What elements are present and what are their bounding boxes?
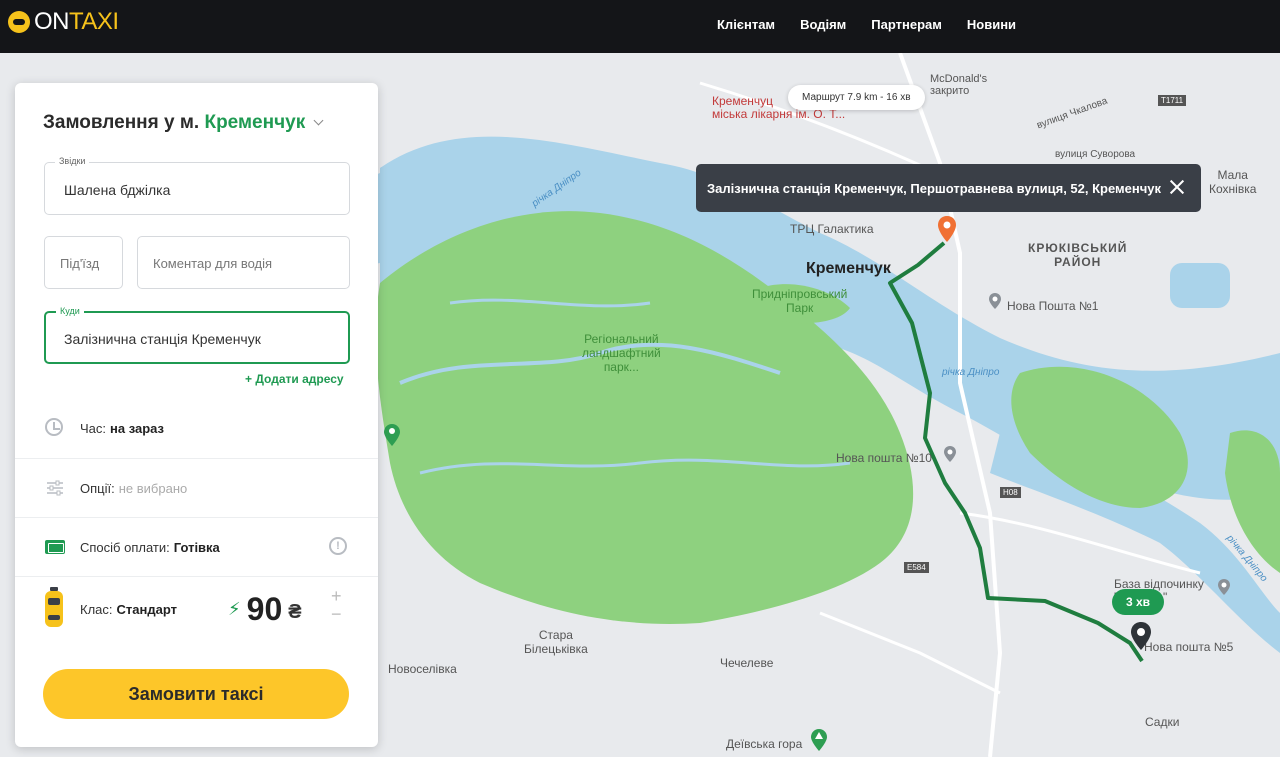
price-decrease-button[interactable]: − [331,605,342,623]
payment-row[interactable]: Спосіб оплати: Готівка ! [15,517,378,576]
cash-icon [45,540,65,554]
route-summary-pill: Маршрут 7.9 km - 16 хв [788,85,925,110]
top-navbar: ONTAXI Клієнтам Водіям Партнерам Новини [0,0,1280,53]
to-legend: Куди [56,306,84,316]
label-prydniprovskyi-park: Придніпровський Парк [752,287,848,315]
price-increase-button[interactable]: + [331,587,342,605]
recreation-pin-icon [384,424,400,446]
clock-icon [45,418,63,436]
label-galaktyka: ТРЦ Галактика [790,222,874,236]
label-mcdonalds: McDonald's закрито [930,73,988,97]
origin-pin-icon[interactable] [1130,621,1152,651]
class-row[interactable]: Клас: Стандарт ⚡ 90 ₴ + − [15,576,378,640]
payment-value[interactable]: Готівка [174,540,220,555]
payment-label: Спосіб оплати: [80,540,170,555]
nav-drivers[interactable]: Водіям [800,17,846,32]
road-t1711-badge: T1711 [1158,95,1187,106]
destination-pin-icon[interactable] [937,215,957,243]
class-label: Клас: [80,602,113,617]
from-value[interactable]: Шалена бджілка [64,182,170,198]
road-e584-badge: E584 [904,562,929,573]
baza-pin-icon [1218,579,1230,595]
options-row[interactable]: Опції: не вибрано [15,458,378,517]
label-nova-poshta-1: Нова Пошта №1 [1007,299,1099,313]
label-street-suvorova: вулиця Суворова [1055,149,1136,160]
eta-badge: 3 хв [1112,589,1165,615]
destination-tooltip: Залізнична станція Кременчук, Першотравн… [696,164,1201,212]
ontaxi-logo[interactable]: ONTAXI [8,8,119,35]
order-panel: Замовлення у м. Кременчук Звідки Шалена … [15,83,378,747]
nav-partners[interactable]: Партнерам [871,17,942,32]
label-stara-biletskivka: Стара Білецьківка [524,628,588,656]
label-mala-kokhnivka: Мала Кохнівка [1209,168,1257,196]
road-h08-badge: H08 [1000,487,1021,498]
order-taxi-button[interactable]: Замовити таксі [43,669,349,719]
nova-poshta-10-pin-icon [944,446,956,462]
nova-poshta-1-pin-icon [989,293,1001,309]
add-address-link[interactable]: + Додати адресу [245,372,344,386]
options-label: Опції: [80,481,115,496]
nav-clients[interactable]: Клієнтам [717,17,775,32]
deivska-hora-park-icon [811,729,827,751]
label-kremenchuk: Кременчук [806,260,891,277]
label-kriukivskyi: КРЮКІВСЬКИЙ РАЙОН [1028,241,1128,269]
to-value[interactable]: Залізнична станція Кременчук [64,331,261,347]
label-regional-park: Регіональний ландшафтний парк... [582,332,661,374]
label-deivska-hora: Деївська гора [726,737,803,751]
comment-placeholder: Коментар для водія [153,256,273,271]
close-icon[interactable] [1167,177,1187,197]
main-nav: Клієнтам Водіям Партнерам Новини [717,17,1016,32]
from-legend: Звідки [55,156,90,166]
price-block: ⚡ 90 ₴ [228,591,302,628]
taxi-logo-icon [8,11,30,33]
time-row[interactable]: Час: на зараз [15,399,378,458]
order-title[interactable]: Замовлення у м. Кременчук [43,112,324,134]
city-selector[interactable]: Кременчук [204,112,305,133]
order-title-prefix: Замовлення у м. [43,112,200,133]
taxi-car-icon [45,587,63,627]
label-river-2: річка Дніпро [942,367,1000,378]
destination-tooltip-text: Залізнична станція Кременчук, Першотравн… [707,180,1162,196]
to-field[interactable]: Куди Залізнична станція Кременчук [44,306,350,364]
price-stepper: + − [331,587,342,623]
nav-news[interactable]: Новини [967,17,1016,32]
class-value[interactable]: Стандарт [117,602,177,617]
label-sadky: Садки [1145,715,1180,729]
entrance-placeholder: Під'їзд [60,256,100,271]
currency-symbol: ₴ [288,601,302,623]
from-field[interactable]: Звідки Шалена бджілка [44,156,350,215]
price-value: 90 [246,591,283,627]
sliders-icon [47,480,63,496]
label-nova-poshta-5: Нова пошта №5 [1144,640,1234,654]
chevron-down-icon[interactable] [313,115,324,126]
time-value[interactable]: на зараз [110,421,164,436]
label-chechelevo: Чечелеве [720,656,774,670]
entrance-field[interactable]: Під'їзд [44,236,123,289]
label-novoselivka: Новоселівка [388,662,457,676]
logo-text: ONTAXI [34,8,119,35]
options-value[interactable]: не вибрано [119,481,188,496]
driver-comment-field[interactable]: Коментар для водія [137,236,350,289]
info-icon[interactable]: ! [329,537,347,555]
time-label: Час: [80,421,107,436]
lightning-icon: ⚡ [228,599,241,619]
label-nova-poshta-10: Нова пошта №10 [836,451,932,465]
